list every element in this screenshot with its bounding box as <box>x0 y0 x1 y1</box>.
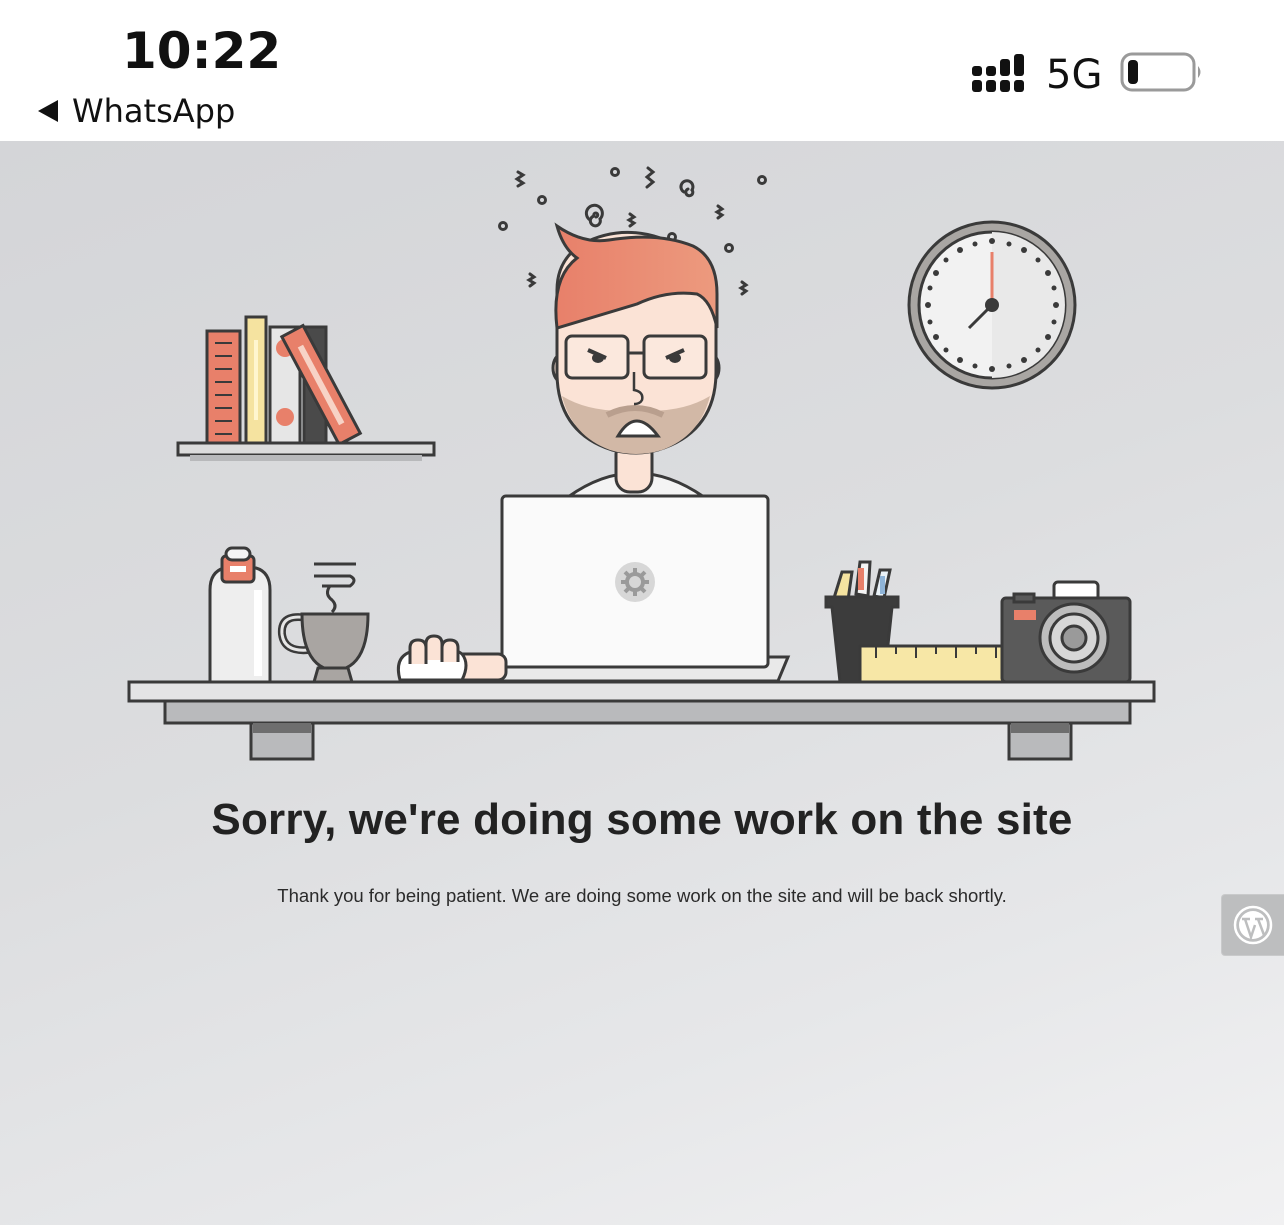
wordpress-login-badge[interactable] <box>1221 894 1284 956</box>
status-time: 10:22 <box>122 22 282 80</box>
bookshelf <box>176 315 436 461</box>
page-title: Sorry, we're doing some work on the site <box>211 795 1073 844</box>
back-app-label: WhatsApp <box>72 92 236 130</box>
laptop <box>480 494 791 683</box>
maintenance-illustration <box>127 166 1156 761</box>
wordpress-logo-icon <box>1233 905 1273 945</box>
back-to-app-link[interactable]: WhatsApp <box>38 92 235 130</box>
desk <box>127 680 1156 761</box>
wall-clock-icon <box>907 220 1077 390</box>
stressed-developer <box>551 222 721 499</box>
maintenance-page: Sorry, we're doing some work on the site… <box>0 141 1284 1225</box>
back-arrow-icon <box>38 100 58 122</box>
status-bar: 10:22 WhatsApp 5G <box>0 0 1284 141</box>
camera-icon <box>1000 580 1132 684</box>
coffee-cup-icon <box>277 562 370 684</box>
water-bottle <box>208 546 272 684</box>
maintenance-message: Thank you for being patient. We are doin… <box>277 885 1007 906</box>
signal-icon <box>972 54 1024 92</box>
hand-on-mouse <box>396 634 508 682</box>
network-type: 5G <box>1046 52 1103 98</box>
battery-icon <box>1120 52 1201 92</box>
